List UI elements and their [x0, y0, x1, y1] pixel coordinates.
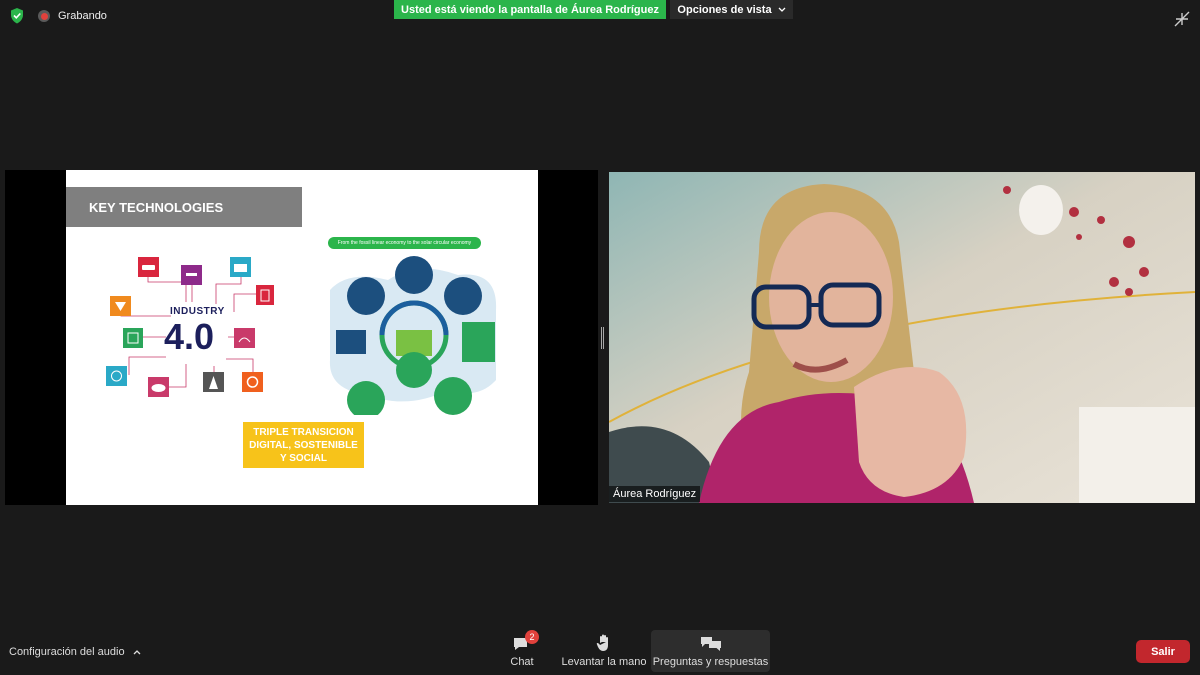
participant-video [609, 172, 1195, 503]
audio-settings-label: Configuración del audio [9, 646, 125, 658]
economy-banner: From the fossil linear economy to the so… [328, 237, 481, 249]
hand-icon [596, 634, 608, 651]
transition-callout: TRIPLE TRANSICION DIGITAL, SOSTENIBLE Y … [243, 422, 364, 468]
raise-hand-label: Levantar la mano [561, 656, 647, 668]
exit-fullscreen-icon[interactable] [1172, 9, 1192, 29]
chip-icon [123, 328, 143, 348]
qa-button[interactable]: Preguntas y respuestas [651, 630, 770, 672]
qa-icon [700, 637, 721, 651]
resize-handle[interactable] [601, 327, 605, 349]
screen-share-banner: Usted está viendo la pantalla de Áurea R… [394, 0, 666, 19]
recording-label: Grabando [58, 10, 107, 22]
view-options-button[interactable]: Opciones de vista [670, 0, 793, 19]
industry-number: 4.0 [164, 316, 215, 357]
presentation-slide: KEY TECHNOLOGIES INDUSTRY 4.0 From the f… [66, 170, 538, 505]
chat-unread-badge: 2 [525, 630, 539, 644]
phone-icon [256, 285, 274, 305]
leave-button[interactable]: Salir [1136, 640, 1190, 663]
qa-label: Preguntas y respuestas [652, 656, 769, 668]
participant-name-tag: Áurea Rodríguez [609, 486, 701, 502]
view-options-label: Opciones de vista [677, 3, 772, 16]
shield-icon[interactable] [10, 8, 24, 24]
shared-screen: KEY TECHNOLOGIES INDUSTRY 4.0 From the f… [5, 170, 598, 505]
chevron-down-icon [778, 7, 786, 12]
chat-label: Chat [510, 656, 534, 668]
gear-icon [242, 372, 263, 392]
audio-settings-button[interactable]: Configuración del audio [9, 646, 141, 658]
slide-title: KEY TECHNOLOGIES [66, 187, 302, 227]
record-icon [38, 10, 50, 22]
raise-hand-button[interactable]: Levantar la mano [560, 630, 648, 672]
sunrise-diagram [329, 256, 497, 415]
recording-indicator: Grabando [10, 8, 107, 24]
watch-icon [106, 366, 127, 386]
chevron-up-icon [133, 650, 141, 655]
